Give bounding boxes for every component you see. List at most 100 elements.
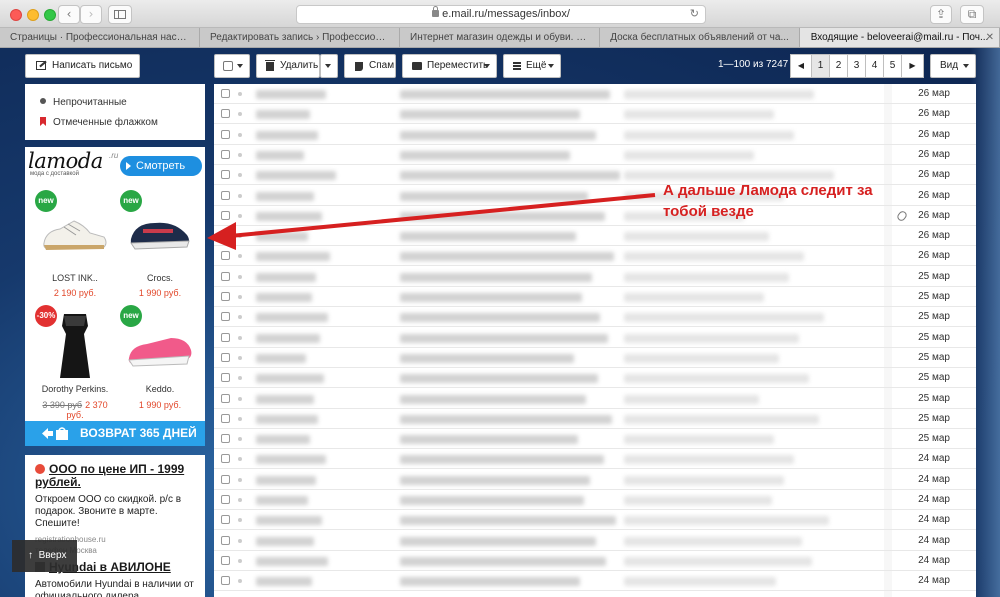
read-status-icon[interactable] [238, 416, 242, 421]
show-sidebar-button[interactable] [108, 5, 132, 24]
read-status-icon[interactable] [238, 335, 242, 340]
message-row[interactable]: 24 мар [214, 449, 976, 470]
folder-unread[interactable]: Непрочитанные [40, 97, 127, 108]
read-status-icon[interactable] [238, 234, 242, 239]
message-row[interactable]: 25 мар [214, 389, 976, 409]
read-status-icon[interactable] [238, 477, 242, 482]
message-checkbox[interactable] [221, 210, 230, 220]
message-checkbox[interactable] [221, 129, 230, 139]
compose-button[interactable]: Написать письмо [25, 54, 140, 78]
message-row[interactable]: 24 мар [214, 490, 976, 510]
read-status-icon[interactable] [238, 315, 242, 320]
message-checkbox[interactable] [221, 352, 230, 362]
message-checkbox[interactable] [221, 495, 230, 504]
message-checkbox[interactable] [221, 413, 230, 423]
read-status-icon[interactable] [238, 538, 242, 543]
close-tab-icon[interactable]: ✕ [986, 28, 994, 47]
message-row[interactable]: 25 мар [214, 348, 976, 368]
read-status-icon[interactable] [238, 376, 242, 381]
message-row[interactable]: 25 мар [214, 307, 976, 328]
view-button[interactable]: Вид [930, 54, 976, 78]
forward-button[interactable]: › [80, 5, 102, 24]
minimize-window-button[interactable] [27, 9, 39, 21]
message-checkbox[interactable] [221, 149, 230, 159]
message-row[interactable]: 25 мар [214, 287, 976, 307]
read-status-icon[interactable] [238, 254, 242, 259]
page-5[interactable]: 5 [884, 54, 902, 78]
return-policy-bar[interactable]: ВОЗВРАТ 365 ДНЕЙ [25, 421, 205, 446]
message-row[interactable]: 26 мар [214, 246, 976, 267]
delete-options-button[interactable] [320, 54, 338, 78]
next-page-button[interactable]: ▶ [902, 54, 924, 78]
message-row[interactable]: 24 мар [214, 510, 976, 531]
read-status-icon[interactable] [238, 396, 242, 401]
message-row[interactable]: 25 мар [214, 328, 976, 348]
read-status-icon[interactable] [238, 92, 242, 96]
read-status-icon[interactable] [238, 193, 242, 198]
page-3[interactable]: 3 [848, 54, 866, 78]
message-row[interactable]: 26 мар [214, 104, 976, 125]
read-status-icon[interactable] [238, 152, 242, 157]
message-checkbox[interactable] [221, 535, 230, 545]
message-checkbox[interactable] [221, 89, 230, 98]
read-status-icon[interactable] [238, 112, 242, 117]
text-ad-title[interactable]: ООО по цене ИП - 1999 рублей. [35, 463, 195, 489]
message-checkbox[interactable] [221, 109, 230, 119]
maximize-window-button[interactable] [44, 9, 56, 21]
page-1[interactable]: 1 [812, 54, 830, 78]
move-button[interactable]: Переместить [402, 54, 497, 78]
tab-classifieds[interactable]: Доска бесплатных объявлений от ча... [600, 28, 800, 47]
message-checkbox[interactable] [221, 474, 230, 484]
message-checkbox[interactable] [221, 576, 230, 586]
message-row[interactable]: 24 мар [214, 470, 976, 490]
select-all-dropdown[interactable] [214, 54, 250, 78]
page-2[interactable]: 2 [830, 54, 848, 78]
read-status-icon[interactable] [238, 498, 242, 502]
tab-pages[interactable]: Страницы · Профессиональная настро... [0, 28, 200, 47]
spam-button[interactable]: Спам [344, 54, 396, 78]
read-status-icon[interactable] [238, 457, 242, 462]
folder-flagged[interactable]: Отмеченные флажком [40, 117, 158, 128]
read-status-icon[interactable] [238, 579, 242, 584]
tab-lamoda[interactable]: Интернет магазин одежды и обуви. К... [400, 28, 600, 47]
message-row[interactable]: 25 мар [214, 429, 976, 450]
message-checkbox[interactable] [221, 393, 230, 403]
message-row[interactable]: 26 мар [214, 125, 976, 145]
read-status-icon[interactable] [238, 213, 242, 218]
message-checkbox[interactable] [221, 434, 230, 444]
message-row[interactable]: 24 мар [214, 531, 976, 551]
read-status-icon[interactable] [238, 295, 242, 299]
message-checkbox[interactable] [221, 555, 230, 565]
reload-icon[interactable]: ↻ [690, 6, 699, 23]
back-button[interactable]: ‹ [58, 5, 80, 24]
more-button[interactable]: Ещё [503, 54, 561, 78]
message-checkbox[interactable] [221, 170, 230, 180]
read-status-icon[interactable] [238, 173, 242, 178]
share-button[interactable]: ⇪ [930, 5, 952, 24]
message-row[interactable]: 25 мар [214, 409, 976, 429]
read-status-icon[interactable] [238, 132, 242, 137]
read-status-icon[interactable] [238, 518, 242, 523]
message-checkbox[interactable] [221, 251, 230, 261]
read-status-icon[interactable] [238, 274, 242, 279]
read-status-icon[interactable] [238, 355, 242, 360]
read-status-icon[interactable] [238, 558, 242, 563]
tab-edit-post[interactable]: Редактировать запись › Профессиона... [200, 28, 400, 47]
delete-button[interactable]: Удалить [256, 54, 320, 78]
message-checkbox[interactable] [221, 190, 230, 200]
message-row[interactable]: 26 мар [214, 145, 976, 165]
lamoda-banner[interactable]: lamoda .ru мода с доставкой Смотреть new… [25, 147, 205, 446]
scroll-to-top-button[interactable]: ↑ Вверх [12, 540, 77, 572]
address-bar[interactable]: e.mail.ru/messages/inbox/ ↻ [296, 5, 706, 24]
page-4[interactable]: 4 [866, 54, 884, 78]
ad-view-button[interactable]: Смотреть [120, 156, 202, 176]
message-row[interactable]: 25 мар [214, 267, 976, 287]
message-checkbox[interactable] [221, 271, 230, 281]
close-window-button[interactable] [10, 9, 22, 21]
message-row[interactable]: 25 мар [214, 368, 976, 389]
message-checkbox[interactable] [221, 231, 230, 241]
message-checkbox[interactable] [221, 332, 230, 342]
tab-overview-button[interactable]: ⧉ [960, 5, 984, 24]
prev-page-button[interactable]: ◀ [790, 54, 812, 78]
message-row[interactable]: 24 мар [214, 571, 976, 592]
